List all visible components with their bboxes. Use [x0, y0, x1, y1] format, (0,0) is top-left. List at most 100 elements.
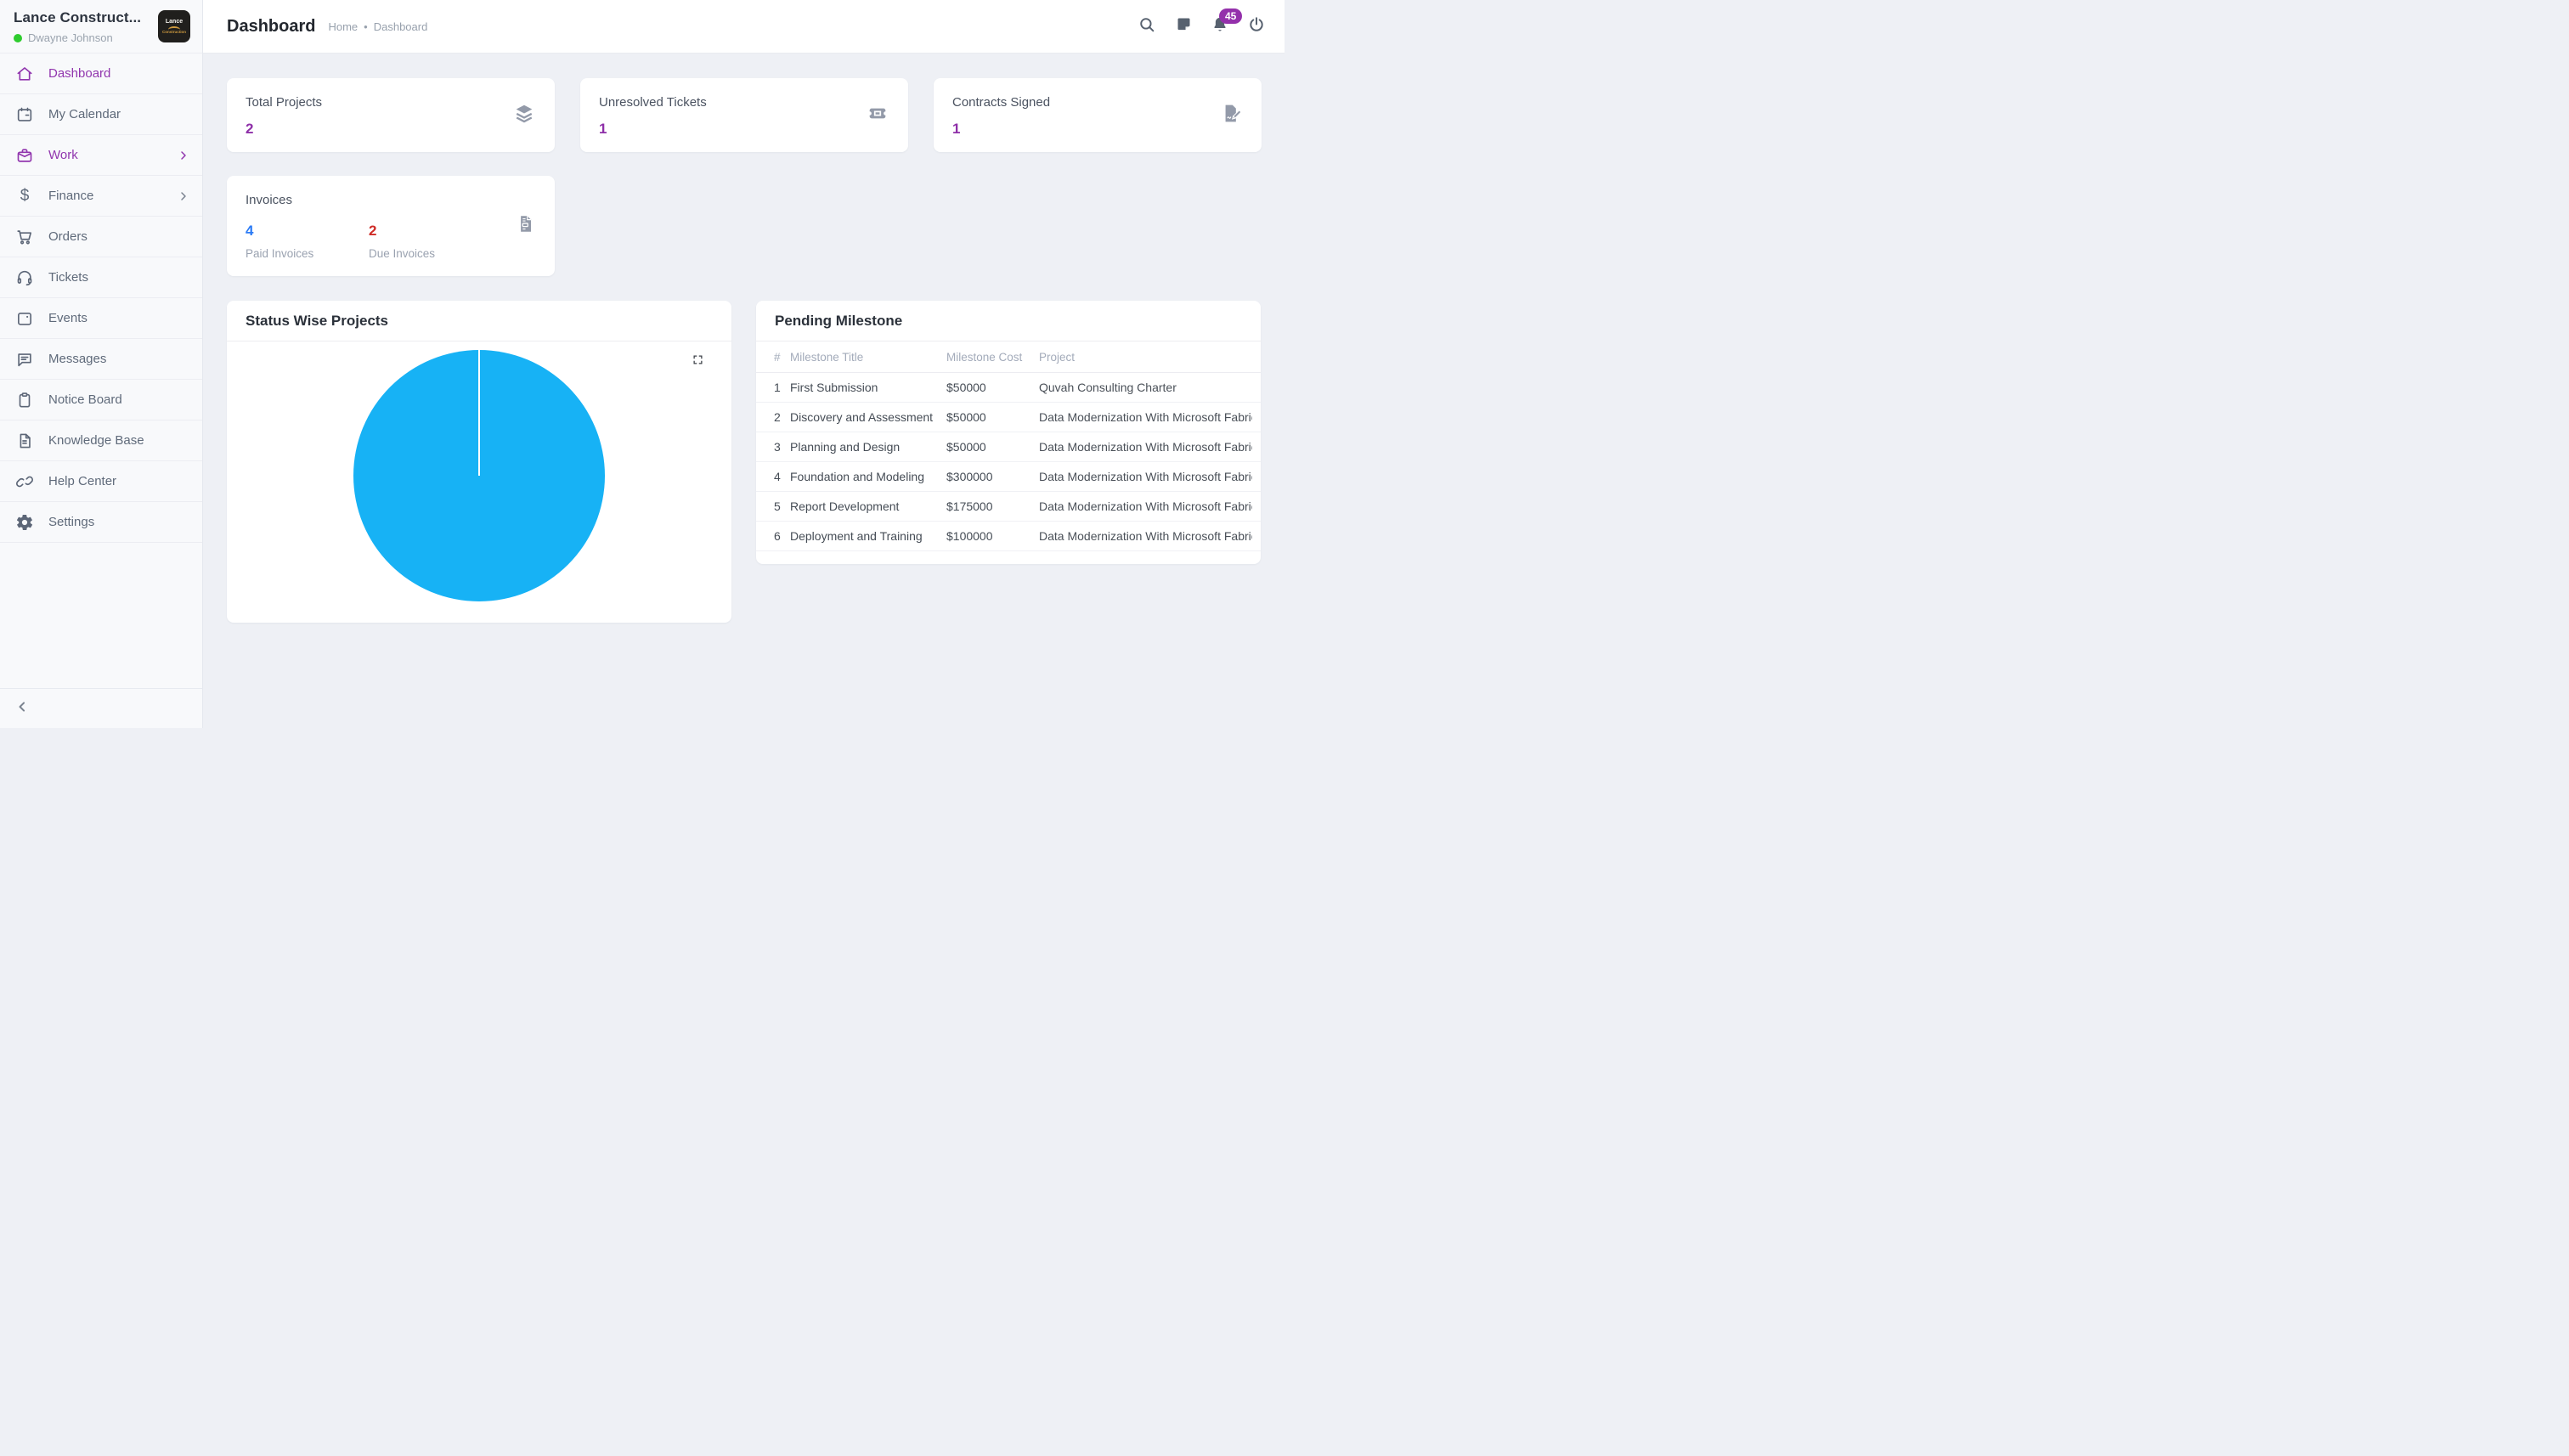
cell-cost: $300000	[946, 470, 1039, 483]
status-wise-projects-panel: Status Wise Projects	[227, 301, 731, 623]
cell-project: Data Modernization With Microsoft Fabric	[1039, 440, 1252, 454]
sidebar-item-label: Finance	[48, 189, 162, 203]
cell-cost: $50000	[946, 381, 1039, 394]
stat-cards-row: Total Projects 2 Unresolved Tickets 1	[227, 78, 1262, 152]
table-row: 4 Foundation and Modeling $300000 Data M…	[756, 462, 1261, 492]
sidebar-item-settings[interactable]: Settings	[0, 502, 202, 543]
cell-index: 6	[774, 529, 790, 543]
org-block: Lance Construct... Dwayne Johnson	[14, 8, 141, 44]
breadcrumb-separator: •	[364, 20, 368, 33]
pie-chart	[353, 350, 605, 601]
due-invoices-value: 2	[369, 223, 492, 240]
sidebar-item-label: Notice Board	[48, 392, 190, 407]
column-header-cost: Milestone Cost	[946, 351, 1039, 364]
invoices-card: Invoices 4 Paid Invoices 2 Due Invoices	[227, 176, 555, 276]
sidebar-item-label: Events	[48, 311, 190, 325]
logout-button[interactable]	[1245, 15, 1268, 37]
breadcrumb-home[interactable]: Home	[328, 20, 358, 33]
notification-badge: 45	[1219, 8, 1242, 24]
sidebar-item-messages[interactable]: Messages	[0, 339, 202, 380]
sidebar-item-orders[interactable]: Orders	[0, 217, 202, 257]
notifications-button[interactable]: 45	[1209, 15, 1231, 37]
notes-button[interactable]	[1172, 15, 1194, 37]
column-header-index: #	[774, 351, 790, 364]
search-button[interactable]	[1136, 15, 1158, 37]
invoice-icon	[514, 213, 536, 240]
sidebar-nav: Dashboard My Calendar	[0, 54, 202, 543]
dollar-icon: $	[15, 187, 34, 206]
panel-title: Pending Milestone	[775, 313, 902, 330]
cell-project: Data Modernization With Microsoft Fabric	[1039, 410, 1252, 424]
cell-title: Deployment and Training	[790, 529, 946, 543]
pie-slice-separator	[478, 350, 480, 476]
fullscreen-icon[interactable]	[692, 353, 704, 370]
gear-icon	[15, 513, 34, 532]
org-name: Lance Construct...	[14, 9, 141, 26]
cell-index: 4	[774, 470, 790, 483]
chevron-left-icon	[14, 698, 31, 720]
pie-chart-wrap	[353, 350, 605, 601]
breadcrumb: Home • Dashboard	[328, 20, 427, 33]
headset-icon	[15, 268, 34, 287]
chat-icon	[15, 350, 34, 369]
contract-sign-icon	[1219, 101, 1243, 129]
cell-title: Foundation and Modeling	[790, 470, 946, 483]
table-header-row: # Milestone Title Milestone Cost Project	[756, 341, 1261, 373]
sidebar-item-label: Messages	[48, 352, 190, 366]
cell-index: 2	[774, 410, 790, 424]
sidebar-item-label: Settings	[48, 515, 190, 529]
paid-invoices-value: 4	[246, 223, 369, 240]
pending-milestone-panel: Pending Milestone # Milestone Title Mile…	[756, 301, 1261, 564]
cell-index: 5	[774, 499, 790, 513]
briefcase-icon	[15, 146, 34, 165]
column-header-title: Milestone Title	[790, 351, 946, 364]
home-icon	[15, 65, 34, 83]
paid-invoices-stat: 4 Paid Invoices	[246, 223, 369, 260]
layers-icon	[512, 101, 536, 129]
sidebar: Lance Construct... Dwayne Johnson Lance …	[0, 0, 203, 728]
table-row: 1 First Submission $50000 Quvah Consulti…	[756, 373, 1261, 403]
sidebar-item-label: Dashboard	[48, 66, 190, 81]
sidebar-item-work[interactable]: Work	[0, 135, 202, 176]
sidebar-item-knowledge-base[interactable]: Knowledge Base	[0, 420, 202, 461]
cell-index: 1	[774, 381, 790, 394]
sidebar-item-tickets[interactable]: Tickets	[0, 257, 202, 298]
paid-invoices-label: Paid Invoices	[246, 247, 369, 260]
sidebar-item-events[interactable]: Events	[0, 298, 202, 339]
topbar: Dashboard Home • Dashboard	[203, 0, 1284, 54]
table-row: 3 Planning and Design $50000 Data Modern…	[756, 432, 1261, 462]
sidebar-item-notice-board[interactable]: Notice Board	[0, 380, 202, 420]
sidebar-item-label: Work	[48, 148, 162, 162]
main-content: Total Projects 2 Unresolved Tickets 1	[203, 54, 1284, 728]
clipboard-icon	[15, 391, 34, 409]
sidebar-item-help-center[interactable]: Help Center	[0, 461, 202, 502]
sidebar-item-label: Help Center	[48, 474, 190, 488]
card-title: Total Projects	[246, 95, 536, 110]
cell-title: Discovery and Assessment	[790, 410, 946, 424]
sidebar-item-label: Orders	[48, 229, 190, 244]
topbar-actions: 45	[1136, 15, 1268, 37]
file-text-icon	[15, 432, 34, 450]
cell-project: Data Modernization With Microsoft Fabric	[1039, 499, 1252, 513]
sidebar-item-finance[interactable]: $ Finance	[0, 176, 202, 217]
sidebar-item-my-calendar[interactable]: My Calendar	[0, 94, 202, 135]
sidebar-collapse-button[interactable]	[0, 688, 202, 728]
note-icon	[1175, 15, 1193, 37]
due-invoices-label: Due Invoices	[369, 247, 492, 260]
table-row: 5 Report Development $175000 Data Modern…	[756, 492, 1261, 522]
panel-header: Status Wise Projects	[227, 301, 731, 341]
milestone-table: # Milestone Title Milestone Cost Project…	[756, 341, 1261, 551]
power-icon	[1247, 15, 1266, 38]
panel-title: Status Wise Projects	[246, 313, 388, 330]
dashboard-page: Lance Construct... Dwayne Johnson Lance …	[0, 0, 1284, 728]
cell-title: Planning and Design	[790, 440, 946, 454]
cell-project: Data Modernization With Microsoft Fabric	[1039, 529, 1252, 543]
sidebar-item-dashboard[interactable]: Dashboard	[0, 54, 202, 94]
total-projects-value: 2	[246, 121, 536, 138]
sidebar-item-label: Knowledge Base	[48, 433, 190, 448]
column-header-project: Project	[1039, 351, 1252, 364]
cell-title: Report Development	[790, 499, 946, 513]
chevron-right-icon	[177, 149, 190, 162]
table-row: 2 Discovery and Assessment $50000 Data M…	[756, 403, 1261, 432]
cell-cost: $175000	[946, 499, 1039, 513]
